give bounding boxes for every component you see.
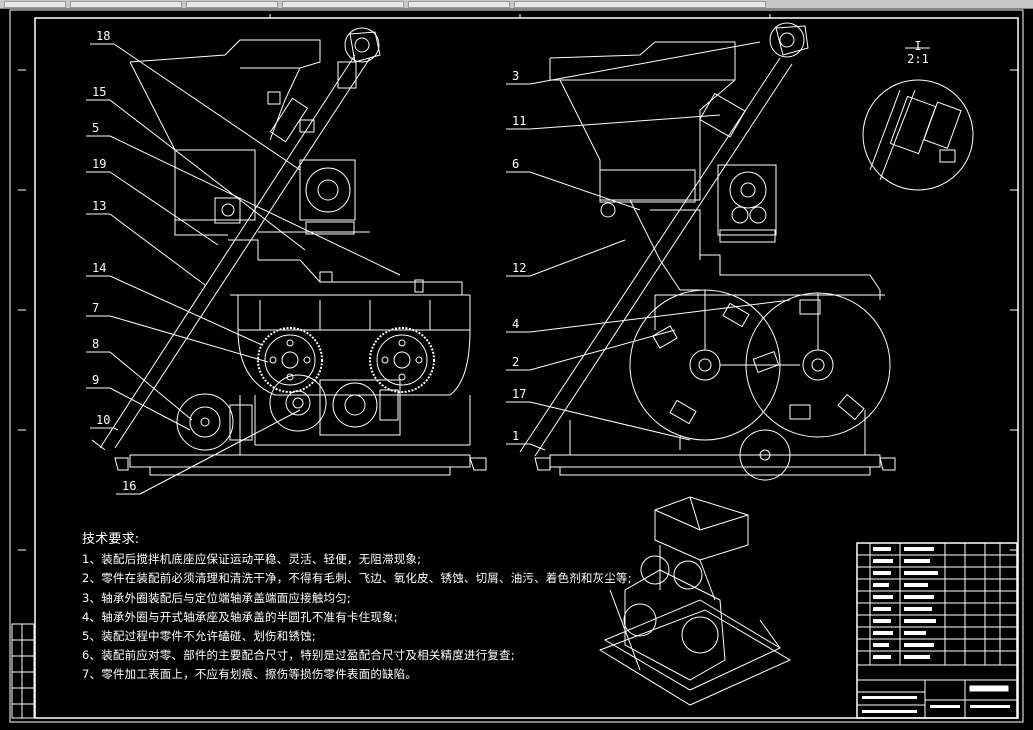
callout-leader xyxy=(109,99,306,251)
right-side-view xyxy=(519,22,896,481)
tech-requirement-item: 1、装配后搅拌机底座应保证运动平稳、灵活、轻便，无阻滞现象; xyxy=(82,552,422,567)
technical-requirements: 技术要求: 1、装配后搅拌机底座应保证运动平稳、灵活、轻便，无阻滞现象; 2、零… xyxy=(82,530,632,685)
left-stamp-block xyxy=(11,623,35,719)
part-callout-label: 14 xyxy=(92,261,106,275)
part-callout-label: 8 xyxy=(92,337,99,351)
tech-requirements-title: 技术要求: xyxy=(82,532,140,547)
title-block xyxy=(856,542,1018,719)
callout-leader xyxy=(529,114,721,130)
part-callout-label: 17 xyxy=(512,387,526,401)
part-callout-label: 9 xyxy=(92,373,99,387)
section-scale: 2:1 xyxy=(907,52,929,66)
callout-leader xyxy=(109,315,269,363)
detail-view-i xyxy=(862,47,974,191)
callout-leader xyxy=(109,213,206,286)
part-callout-label: 15 xyxy=(92,85,106,99)
part-callout-label: 5 xyxy=(92,121,99,135)
right-callouts: 3 11 6 12 4 2 17 1 xyxy=(506,41,791,451)
callout-leader xyxy=(109,275,263,346)
part-callout-label: 10 xyxy=(96,413,110,427)
tech-requirement-item: 4、轴承外圈与开式轴承座及轴承盖的半圆孔不准有卡住现象; xyxy=(82,609,398,624)
section-mark: I 2:1 xyxy=(907,39,929,66)
part-callout-label: 3 xyxy=(512,69,519,83)
tech-requirement-item: 2、零件在装配前必须清理和清洗干净，不得有毛刺、飞边、氧化皮、锈蚀、切屑、油污、… xyxy=(82,571,632,586)
part-callout-label: 11 xyxy=(512,114,526,128)
part-callout-label: 7 xyxy=(92,301,99,315)
part-callout-label: 1 xyxy=(512,429,519,443)
tech-requirement-item: 5、装配过程中零件不允许磕碰、划伤和锈蚀; xyxy=(82,629,316,644)
callout-leader xyxy=(529,171,641,211)
callout-leader xyxy=(529,239,626,277)
callout-leader xyxy=(113,427,119,431)
callout-leader xyxy=(109,171,219,246)
tech-requirement-item: 7、零件加工表面上，不应有划痕、擦伤等损伤零件表面的缺陷。 xyxy=(82,667,418,682)
part-callout-label: 2 xyxy=(512,355,519,369)
tech-requirement-item: 6、装配前应对零、部件的主要配合尺寸，特别是过盈配合尺寸及相关精度进行复查; xyxy=(82,648,515,663)
part-callout-label: 4 xyxy=(512,317,519,331)
part-callout-label: 18 xyxy=(96,29,110,43)
callout-leader xyxy=(529,401,691,441)
left-front-view xyxy=(91,27,487,476)
tech-requirement-item: 3、轴承外圈装配后与定位端轴承盖端面应接触均匀; xyxy=(82,590,351,605)
part-callout-label: 12 xyxy=(512,261,526,275)
part-callout-label: 13 xyxy=(92,199,106,213)
section-label: I xyxy=(914,39,921,53)
part-callout-label: 19 xyxy=(92,157,106,171)
part-callout-label: 6 xyxy=(512,157,519,171)
part-callout-label: 16 xyxy=(122,479,136,493)
callout-leader xyxy=(529,41,761,85)
callout-leader xyxy=(529,329,676,371)
left-callouts: 18 15 5 19 13 14 7 8 9 10 16 xyxy=(86,29,401,495)
